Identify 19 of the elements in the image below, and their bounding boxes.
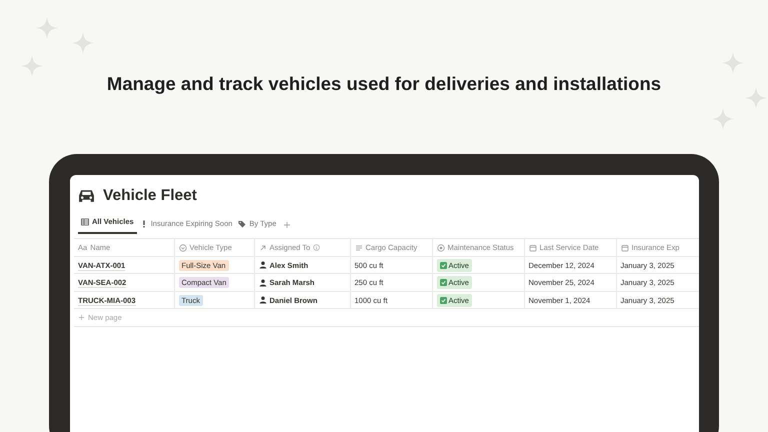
lines-icon xyxy=(354,244,362,252)
page-title: Vehicle Fleet xyxy=(103,188,197,204)
checkbox-checked-icon xyxy=(440,262,446,269)
calendar-icon xyxy=(620,244,628,252)
checkbox-checked-icon xyxy=(440,296,446,304)
checkbox-checked-icon xyxy=(440,279,446,286)
arrow-icon xyxy=(258,244,266,252)
plus-icon xyxy=(78,314,85,321)
calendar-icon xyxy=(528,244,536,252)
headline: Manage and track vehicles used for deliveries and installations xyxy=(106,73,662,96)
tag-icon xyxy=(238,220,246,228)
add-view-icon[interactable] xyxy=(283,221,292,230)
person-icon xyxy=(258,261,266,270)
select-icon xyxy=(178,244,186,252)
table-icon xyxy=(81,218,89,226)
person-icon xyxy=(258,278,266,287)
car-icon xyxy=(78,187,95,204)
status-icon xyxy=(436,244,444,252)
person-icon xyxy=(258,296,266,304)
